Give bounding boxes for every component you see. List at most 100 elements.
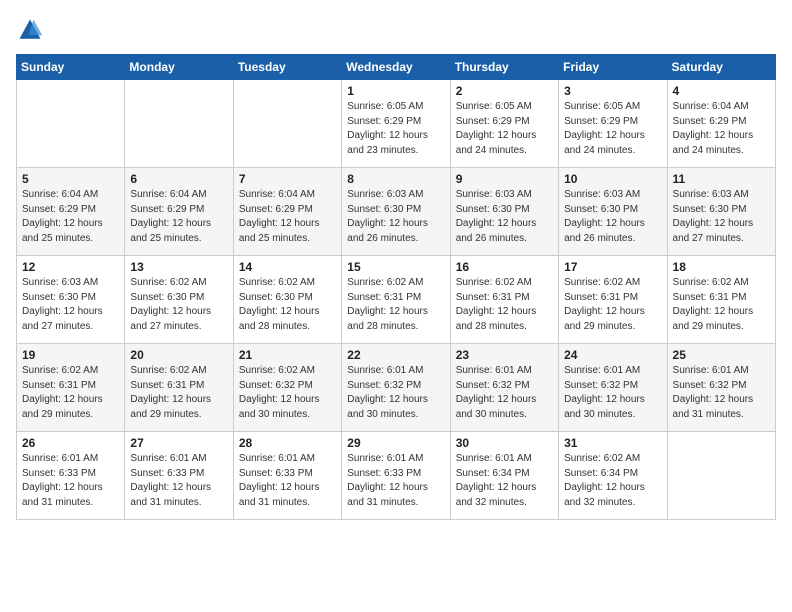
calendar-cell: 18 Sunrise: 6:02 AM Sunset: 6:31 PM Dayli…: [667, 256, 775, 344]
calendar-cell: 7 Sunrise: 6:04 AM Sunset: 6:29 PM Daylig…: [233, 168, 341, 256]
day-number: 25: [673, 348, 770, 362]
header-day-friday: Friday: [559, 55, 667, 80]
day-number: 11: [673, 172, 770, 186]
day-number: 1: [347, 84, 444, 98]
day-number: 30: [456, 436, 553, 450]
week-row-5: 26 Sunrise: 6:01 AM Sunset: 6:33 PM Dayli…: [17, 432, 776, 520]
calendar-cell: 11 Sunrise: 6:03 AM Sunset: 6:30 PM Dayli…: [667, 168, 775, 256]
calendar-cell: 9 Sunrise: 6:03 AM Sunset: 6:30 PM Daylig…: [450, 168, 558, 256]
cell-info: Sunrise: 6:03 AM Sunset: 6:30 PM Dayligh…: [564, 188, 661, 246]
day-number: 18: [673, 260, 770, 274]
calendar-cell: 29 Sunrise: 6:01 AM Sunset: 6:33 PM Dayli…: [342, 432, 450, 520]
cell-info: Sunrise: 6:01 AM Sunset: 6:34 PM Dayligh…: [456, 452, 553, 510]
cell-info: Sunrise: 6:01 AM Sunset: 6:32 PM Dayligh…: [456, 364, 553, 422]
calendar-cell: [667, 432, 775, 520]
day-number: 3: [564, 84, 661, 98]
day-number: 24: [564, 348, 661, 362]
cell-info: Sunrise: 6:02 AM Sunset: 6:30 PM Dayligh…: [130, 276, 227, 334]
calendar-cell: 28Sunrise: 6:01 AM Sunset: 6:33 PM Dayli…: [233, 432, 341, 520]
calendar-cell: 22 Sunrise: 6:01 AM Sunset: 6:32 PM Dayli…: [342, 344, 450, 432]
day-number: 26: [22, 436, 119, 450]
cell-info: Sunrise: 6:01 AM Sunset: 6:33 PM Dayligh…: [130, 452, 227, 510]
cell-info: Sunrise: 6:03 AM Sunset: 6:30 PM Dayligh…: [22, 276, 119, 334]
cell-info: Sunrise: 6:02 AM Sunset: 6:34 PM Dayligh…: [564, 452, 661, 510]
calendar-cell: 19 Sunrise: 6:02 AM Sunset: 6:31 PM Dayli…: [17, 344, 125, 432]
header-day-monday: Monday: [125, 55, 233, 80]
day-number: 20: [130, 348, 227, 362]
day-number: 7: [239, 172, 336, 186]
calendar-cell: 4 Sunrise: 6:04 AM Sunset: 6:29 PM Daylig…: [667, 80, 775, 168]
logo-icon: [16, 16, 44, 44]
cell-info: Sunrise: 6:05 AM Sunset: 6:29 PM Dayligh…: [347, 100, 444, 158]
day-number: 6: [130, 172, 227, 186]
calendar-cell: [125, 80, 233, 168]
header-day-thursday: Thursday: [450, 55, 558, 80]
page-header: [16, 16, 776, 44]
calendar-cell: 27 Sunrise: 6:01 AM Sunset: 6:33 PM Dayli…: [125, 432, 233, 520]
calendar-cell: 15 Sunrise: 6:02 AM Sunset: 6:31 PM Dayli…: [342, 256, 450, 344]
cell-info: Sunrise: 6:04 AM Sunset: 6:29 PM Dayligh…: [130, 188, 227, 246]
cell-info: Sunrise: 6:02 AM Sunset: 6:32 PM Dayligh…: [239, 364, 336, 422]
day-number: 21: [239, 348, 336, 362]
week-row-1: 1 Sunrise: 6:05 AM Sunset: 6:29 PM Daylig…: [17, 80, 776, 168]
cell-info: Sunrise: 6:01 AM Sunset: 6:32 PM Dayligh…: [564, 364, 661, 422]
day-number: 31: [564, 436, 661, 450]
day-number: 2: [456, 84, 553, 98]
calendar-cell: 8 Sunrise: 6:03 AM Sunset: 6:30 PM Daylig…: [342, 168, 450, 256]
cell-info: Sunrise: 6:02 AM Sunset: 6:31 PM Dayligh…: [564, 276, 661, 334]
cell-info: Sunrise: 6:02 AM Sunset: 6:31 PM Dayligh…: [130, 364, 227, 422]
day-number: 4: [673, 84, 770, 98]
calendar-cell: 16Sunrise: 6:02 AM Sunset: 6:31 PM Dayli…: [450, 256, 558, 344]
cell-info: Sunrise: 6:04 AM Sunset: 6:29 PM Dayligh…: [239, 188, 336, 246]
day-number: 29: [347, 436, 444, 450]
day-number: 8: [347, 172, 444, 186]
cell-info: Sunrise: 6:02 AM Sunset: 6:30 PM Dayligh…: [239, 276, 336, 334]
calendar-cell: 10Sunrise: 6:03 AM Sunset: 6:30 PM Dayli…: [559, 168, 667, 256]
cell-info: Sunrise: 6:04 AM Sunset: 6:29 PM Dayligh…: [22, 188, 119, 246]
cell-info: Sunrise: 6:03 AM Sunset: 6:30 PM Dayligh…: [347, 188, 444, 246]
calendar-cell: 31 Sunrise: 6:02 AM Sunset: 6:34 PM Dayli…: [559, 432, 667, 520]
cell-info: Sunrise: 6:03 AM Sunset: 6:30 PM Dayligh…: [456, 188, 553, 246]
calendar-cell: 30 Sunrise: 6:01 AM Sunset: 6:34 PM Dayli…: [450, 432, 558, 520]
calendar-cell: 14 Sunrise: 6:02 AM Sunset: 6:30 PM Dayli…: [233, 256, 341, 344]
header-row: SundayMondayTuesdayWednesdayThursdayFrid…: [17, 55, 776, 80]
cell-info: Sunrise: 6:02 AM Sunset: 6:31 PM Dayligh…: [22, 364, 119, 422]
week-row-3: 12 Sunrise: 6:03 AM Sunset: 6:30 PM Dayli…: [17, 256, 776, 344]
cell-info: Sunrise: 6:01 AM Sunset: 6:32 PM Dayligh…: [347, 364, 444, 422]
cell-info: Sunrise: 6:01 AM Sunset: 6:33 PM Dayligh…: [239, 452, 336, 510]
cell-info: Sunrise: 6:04 AM Sunset: 6:29 PM Dayligh…: [673, 100, 770, 158]
calendar-cell: 21 Sunrise: 6:02 AM Sunset: 6:32 PM Dayli…: [233, 344, 341, 432]
calendar-cell: 3 Sunrise: 6:05 AM Sunset: 6:29 PM Daylig…: [559, 80, 667, 168]
day-number: 14: [239, 260, 336, 274]
cell-info: Sunrise: 6:01 AM Sunset: 6:32 PM Dayligh…: [673, 364, 770, 422]
cell-info: Sunrise: 6:01 AM Sunset: 6:33 PM Dayligh…: [347, 452, 444, 510]
calendar-cell: [233, 80, 341, 168]
day-number: 12: [22, 260, 119, 274]
day-number: 9: [456, 172, 553, 186]
cell-info: Sunrise: 6:03 AM Sunset: 6:30 PM Dayligh…: [673, 188, 770, 246]
calendar-cell: 20 Sunrise: 6:02 AM Sunset: 6:31 PM Dayli…: [125, 344, 233, 432]
day-number: 15: [347, 260, 444, 274]
calendar-cell: 6 Sunrise: 6:04 AM Sunset: 6:29 PM Daylig…: [125, 168, 233, 256]
week-row-4: 19 Sunrise: 6:02 AM Sunset: 6:31 PM Dayli…: [17, 344, 776, 432]
calendar-cell: 5 Sunrise: 6:04 AM Sunset: 6:29 PM Daylig…: [17, 168, 125, 256]
day-number: 5: [22, 172, 119, 186]
day-number: 16: [456, 260, 553, 274]
header-day-saturday: Saturday: [667, 55, 775, 80]
calendar-cell: [17, 80, 125, 168]
cell-info: Sunrise: 6:05 AM Sunset: 6:29 PM Dayligh…: [564, 100, 661, 158]
calendar-cell: 13 Sunrise: 6:02 AM Sunset: 6:30 PM Dayli…: [125, 256, 233, 344]
calendar-cell: 26 Sunrise: 6:01 AM Sunset: 6:33 PM Dayli…: [17, 432, 125, 520]
calendar-cell: 25 Sunrise: 6:01 AM Sunset: 6:32 PM Dayli…: [667, 344, 775, 432]
calendar-table: SundayMondayTuesdayWednesdayThursdayFrid…: [16, 54, 776, 520]
day-number: 19: [22, 348, 119, 362]
header-day-tuesday: Tuesday: [233, 55, 341, 80]
cell-info: Sunrise: 6:02 AM Sunset: 6:31 PM Dayligh…: [673, 276, 770, 334]
logo: [16, 16, 48, 44]
cell-info: Sunrise: 6:01 AM Sunset: 6:33 PM Dayligh…: [22, 452, 119, 510]
day-number: 13: [130, 260, 227, 274]
calendar-cell: 2Sunrise: 6:05 AM Sunset: 6:29 PM Daylig…: [450, 80, 558, 168]
day-number: 22: [347, 348, 444, 362]
day-number: 27: [130, 436, 227, 450]
cell-info: Sunrise: 6:02 AM Sunset: 6:31 PM Dayligh…: [347, 276, 444, 334]
